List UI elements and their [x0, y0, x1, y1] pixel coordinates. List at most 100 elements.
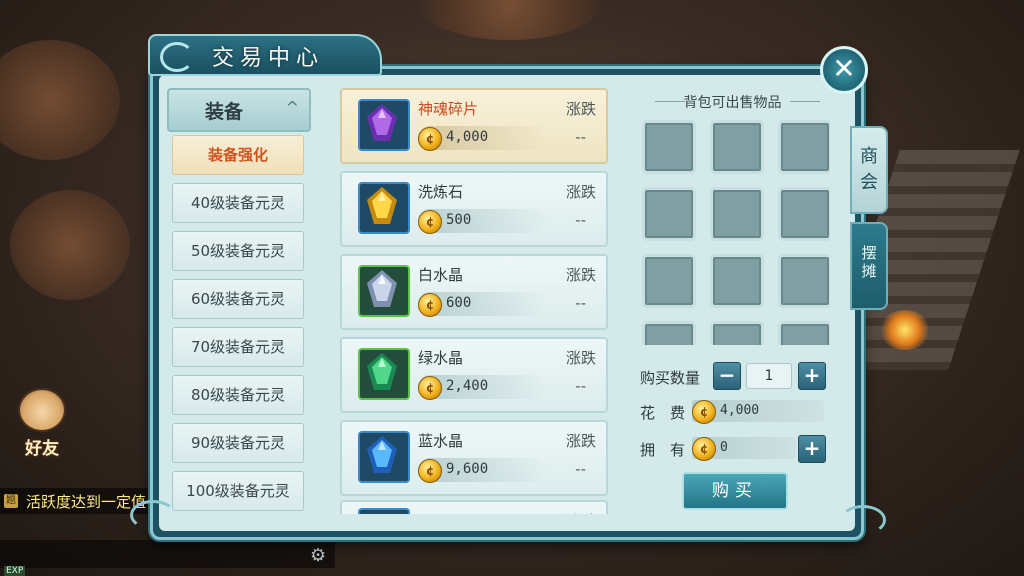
bag-slot[interactable] [642, 321, 696, 345]
item-trend-label: 涨跌 [565, 183, 596, 201]
coin-icon: ¢ [418, 127, 442, 151]
bag-slot[interactable] [778, 254, 830, 308]
bag-grid[interactable] [640, 120, 830, 345]
white-crystal-icon [360, 267, 404, 315]
item-icon [358, 508, 410, 514]
item-price: 2,400 [446, 378, 489, 394]
tab-shop[interactable]: 商会 [850, 126, 888, 214]
category-item[interactable]: 装备强化 [172, 135, 304, 175]
bag-slot[interactable] [710, 120, 764, 174]
item-icon-frame [358, 99, 410, 151]
tab-stall[interactable]: 摆摊 [850, 222, 888, 310]
corner-ornament [840, 505, 886, 535]
close-button[interactable]: ✕ [820, 46, 868, 94]
chat-text: 活跃度达到一定值 [26, 493, 147, 511]
item-icon-frame [358, 182, 410, 234]
item-price-field: ¢ 2,400 [418, 375, 548, 400]
exp-label: EXP [4, 566, 26, 576]
bag-slot[interactable] [642, 120, 696, 174]
autumn-tree [420, 0, 600, 40]
qty-plus-button[interactable]: + [798, 362, 826, 390]
bag-slot[interactable] [642, 254, 696, 308]
category-item[interactable]: 70级装备元灵 [172, 327, 304, 367]
friend-button[interactable]: 好友 [12, 388, 72, 459]
list-item[interactable]: 涨跌 [340, 500, 608, 514]
item-price: 9,600 [446, 461, 489, 477]
divider [790, 101, 820, 102]
autumn-tree [10, 190, 130, 300]
buy-button[interactable]: 购买 [682, 472, 788, 510]
list-item[interactable]: 白水晶 涨跌 ¢ 600 -- [340, 254, 608, 330]
category-header[interactable]: 装备 ^ [167, 88, 311, 132]
item-trend-value: -- [575, 377, 586, 395]
coin-icon: ¢ [692, 437, 716, 461]
bag-slot[interactable] [642, 187, 696, 241]
item-price-field: ¢ 9,600 [418, 458, 548, 483]
own-value: 0 [720, 440, 728, 455]
item-name: 绿水晶 [418, 349, 464, 367]
chevron-up-icon: ^ [285, 98, 299, 117]
coin-icon: ¢ [418, 376, 442, 400]
item-trend-label: 涨跌 [565, 266, 596, 284]
category-item[interactable]: 90级装备元灵 [172, 423, 304, 463]
gold-crystal-icon [360, 184, 404, 232]
item-trend-value: -- [575, 128, 586, 146]
bag-slot[interactable] [778, 120, 830, 174]
tab-stall-label: 摆摊 [861, 244, 877, 280]
category-item[interactable]: 40级装备元灵 [172, 183, 304, 223]
own-label: 拥 有 [640, 441, 686, 459]
item-icon-frame [358, 348, 410, 400]
item-price-field: ¢ 500 [418, 209, 548, 234]
tab-shop-label: 商会 [860, 146, 878, 193]
window-title: 交易中心 [212, 46, 325, 71]
bag-slot[interactable] [778, 187, 830, 241]
corner-ornament [130, 500, 176, 530]
list-item[interactable]: 绿水晶 涨跌 ¢ 2,400 -- [340, 337, 608, 413]
category-item[interactable]: 100级装备元灵 [172, 471, 304, 511]
item-price: 600 [446, 295, 472, 311]
coin-icon: ¢ [418, 293, 442, 317]
settings-gear-icon[interactable]: ⚙ [310, 545, 326, 566]
bag-slot[interactable] [710, 321, 764, 345]
add-currency-button[interactable]: + [798, 435, 826, 463]
item-name: 神魂碎片 [418, 100, 479, 118]
list-item[interactable]: 蓝水晶 涨跌 ¢ 9,600 -- [340, 420, 608, 496]
coin-icon: ¢ [418, 459, 442, 483]
chat-tag-icon: 题 [4, 494, 18, 508]
category-header-label: 装备 [205, 101, 244, 123]
item-list[interactable]: 神魂碎片 涨跌 ¢ 4,000 -- 洗炼石 涨跌 ¢ 500 -- 白水晶 涨跌 ¢ 600 -- 绿水晶涨… [336, 84, 610, 514]
item-trend-value: -- [575, 211, 586, 229]
item-icon-frame [358, 431, 410, 483]
cost-value: 4,000 [720, 403, 760, 418]
list-item[interactable]: 神魂碎片 涨跌 ¢ 4,000 -- [340, 88, 608, 164]
cost-field: ¢ 4,000 [692, 400, 824, 424]
bag-slot[interactable] [710, 254, 764, 308]
category-item[interactable]: 80级装备元灵 [172, 375, 304, 415]
category-item[interactable]: 50级装备元灵 [172, 231, 304, 271]
item-name: 蓝水晶 [418, 432, 464, 450]
qty-minus-button[interactable]: − [713, 362, 741, 390]
bag-slot[interactable] [710, 187, 764, 241]
item-price: 500 [446, 212, 472, 228]
item-icon-frame [358, 265, 410, 317]
category-item[interactable]: 60级装备元灵 [172, 279, 304, 319]
list-item[interactable]: 洗炼石 涨跌 ¢ 500 -- [340, 171, 608, 247]
item-name: 洗炼石 [418, 183, 464, 201]
item-price: 4,000 [446, 129, 489, 145]
brazier-fire [880, 310, 930, 350]
item-name: 白水晶 [418, 266, 464, 284]
qty-input[interactable]: 1 [746, 363, 792, 389]
item-trend-value: -- [575, 294, 586, 312]
bottom-bar [0, 540, 335, 568]
title-plate: 交易中心 [148, 34, 382, 76]
item-trend-label: 涨跌 [565, 349, 596, 367]
blue-crystal-icon [360, 433, 404, 481]
swirl-ornament-icon [160, 42, 194, 72]
item-trend-label: 涨跌 [565, 100, 596, 118]
bag-slot[interactable] [778, 321, 830, 345]
bag-title: 背包可出售物品 [683, 95, 782, 111]
item-price-field: ¢ 4,000 [418, 126, 548, 151]
autumn-tree [0, 40, 120, 160]
friend-avatar-icon [18, 388, 66, 432]
green-crystal-icon [360, 350, 404, 398]
